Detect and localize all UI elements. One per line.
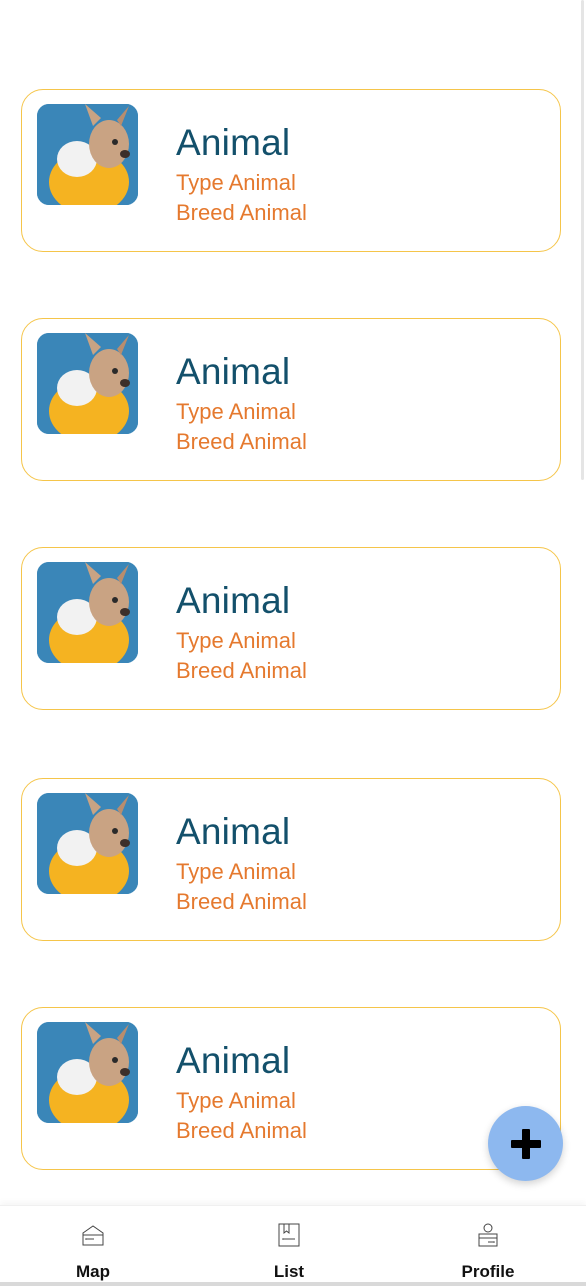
animal-type: Type Animal: [176, 859, 296, 884]
nav-item-map[interactable]: Map: [33, 1206, 153, 1287]
animal-type: Type Animal: [176, 170, 296, 195]
animal-name: Animal: [176, 351, 291, 392]
animal-photo: [37, 1022, 138, 1123]
animal-card[interactable]: Animal Type Animal Breed Animal: [21, 778, 561, 941]
scrollbar-thumb[interactable]: [581, 0, 584, 480]
bottom-navigation: Map List Profile: [0, 1205, 586, 1287]
animal-type: Type Animal: [176, 1088, 296, 1113]
animal-breed: Breed Animal: [176, 429, 307, 454]
map-icon: [82, 1225, 104, 1246]
animal-name: Animal: [176, 1040, 291, 1081]
system-bottom-bar: [0, 1282, 586, 1286]
animal-photo: [37, 104, 138, 205]
list-icon: [278, 1223, 300, 1247]
animal-name: Animal: [176, 580, 291, 621]
animal-photo: [37, 793, 138, 894]
animal-photo: [37, 562, 138, 663]
animal-name: Animal: [176, 122, 291, 163]
animal-photo: [37, 333, 138, 434]
nav-label-profile: Profile: [461, 1262, 515, 1281]
animal-breed: Breed Animal: [176, 1118, 307, 1143]
scrollbar-track[interactable]: [580, 0, 586, 1205]
nav-label-map: Map: [76, 1262, 110, 1281]
animal-type: Type Animal: [176, 628, 296, 653]
animal-card[interactable]: Animal Type Animal Breed Animal: [21, 1007, 561, 1170]
animal-card[interactable]: Animal Type Animal Breed Animal: [21, 89, 561, 252]
plus-icon: [510, 1128, 541, 1159]
profile-icon: [478, 1223, 498, 1247]
nav-item-profile[interactable]: Profile: [428, 1206, 548, 1287]
animal-breed: Breed Animal: [176, 200, 307, 225]
animal-breed: Breed Animal: [176, 889, 307, 914]
animal-card[interactable]: Animal Type Animal Breed Animal: [21, 318, 561, 481]
nav-label-list: List: [273, 1262, 305, 1281]
animal-type: Type Animal: [176, 399, 296, 424]
add-animal-button[interactable]: [488, 1106, 563, 1181]
animal-name: Animal: [176, 811, 291, 852]
nav-item-list[interactable]: List: [229, 1206, 349, 1287]
animal-card[interactable]: Animal Type Animal Breed Animal: [21, 547, 561, 710]
animal-breed: Breed Animal: [176, 658, 307, 683]
